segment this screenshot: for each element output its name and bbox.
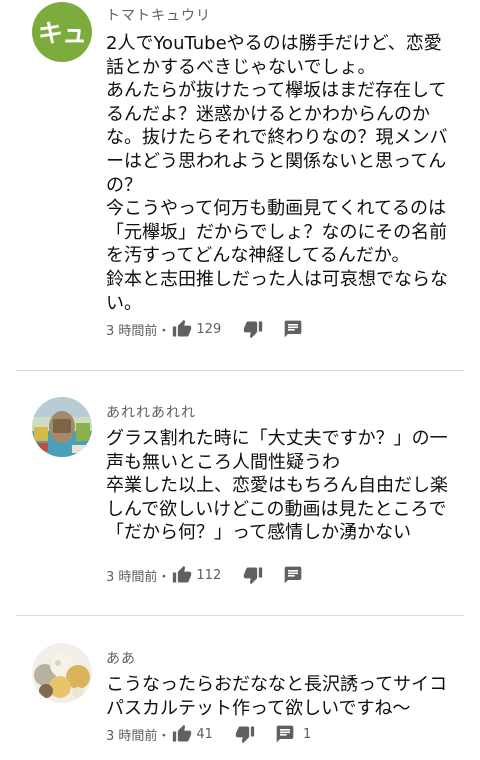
like-button[interactable]: 129 xyxy=(172,319,221,339)
reply-button[interactable] xyxy=(283,319,311,339)
thumbs-down-icon xyxy=(235,724,255,744)
reply-count: 1 xyxy=(302,726,312,742)
comment-text: こうなったらおだななと長沢誘ってサイコパスカルテット作って欲しいですね〜 xyxy=(106,674,448,719)
comment-text: グラス割れた時に「大丈夫ですか？」の一声も無いところ人間性疑うわ 卒業した以上、… xyxy=(106,428,448,544)
avatar[interactable]: キュ xyxy=(32,2,92,62)
comments-list: キュ トマトキュウリ 2人でYouTubeやるのは勝手だけど、恋愛話とかするべき… xyxy=(0,0,480,760)
comment-actions: 3 時間前・ 129 xyxy=(106,317,311,341)
comment-author[interactable]: トマトキュウリ xyxy=(106,5,211,25)
dislike-button[interactable] xyxy=(235,724,255,744)
avatar[interactable] xyxy=(32,397,92,457)
like-count: 41 xyxy=(196,726,213,742)
reply-button[interactable]: 1 xyxy=(275,724,311,744)
like-count: 112 xyxy=(196,567,222,583)
comment-text: 2人でYouTubeやるのは勝手だけど、恋愛話とかするべきじゃないでしょ。 あん… xyxy=(106,33,448,314)
dislike-button[interactable] xyxy=(243,565,263,585)
avatar[interactable] xyxy=(32,643,92,703)
comment-reply-icon xyxy=(275,724,295,744)
like-button[interactable]: 112 xyxy=(172,565,221,585)
thumbs-down-icon xyxy=(243,565,263,585)
comment-timestamp: 3 時間前・ xyxy=(106,569,171,585)
comment-thread: ああ こうなったらおだななと長沢誘ってサイコパスカルテット作って欲しいですね〜 … xyxy=(0,616,480,760)
comment-timestamp: 3 時間前・ xyxy=(106,728,171,744)
thumbs-up-icon xyxy=(172,319,192,339)
like-count: 129 xyxy=(196,321,222,337)
thumbs-up-icon xyxy=(172,724,192,744)
comment-reply-icon xyxy=(283,319,303,339)
like-button[interactable]: 41 xyxy=(172,724,213,744)
thumbs-down-icon xyxy=(243,319,263,339)
dislike-button[interactable] xyxy=(243,319,263,339)
comment-actions: 3 時間前・ 112 xyxy=(106,563,311,587)
comment-actions: 3 時間前・ 41 1 xyxy=(106,722,311,746)
comment-author[interactable]: あれれあれれ xyxy=(106,402,196,422)
comment-thread: あれれあれれ グラス割れた時に「大丈夫ですか？」の一声も無いところ人間性疑うわ … xyxy=(0,371,480,615)
reply-button[interactable] xyxy=(283,565,311,585)
comment-author[interactable]: ああ xyxy=(106,648,136,668)
comment-timestamp: 3 時間前・ xyxy=(106,323,171,339)
comment-reply-icon xyxy=(283,565,303,585)
comment-thread: キュ トマトキュウリ 2人でYouTubeやるのは勝手だけど、恋愛話とかするべき… xyxy=(0,0,480,370)
thumbs-up-icon xyxy=(172,565,192,585)
